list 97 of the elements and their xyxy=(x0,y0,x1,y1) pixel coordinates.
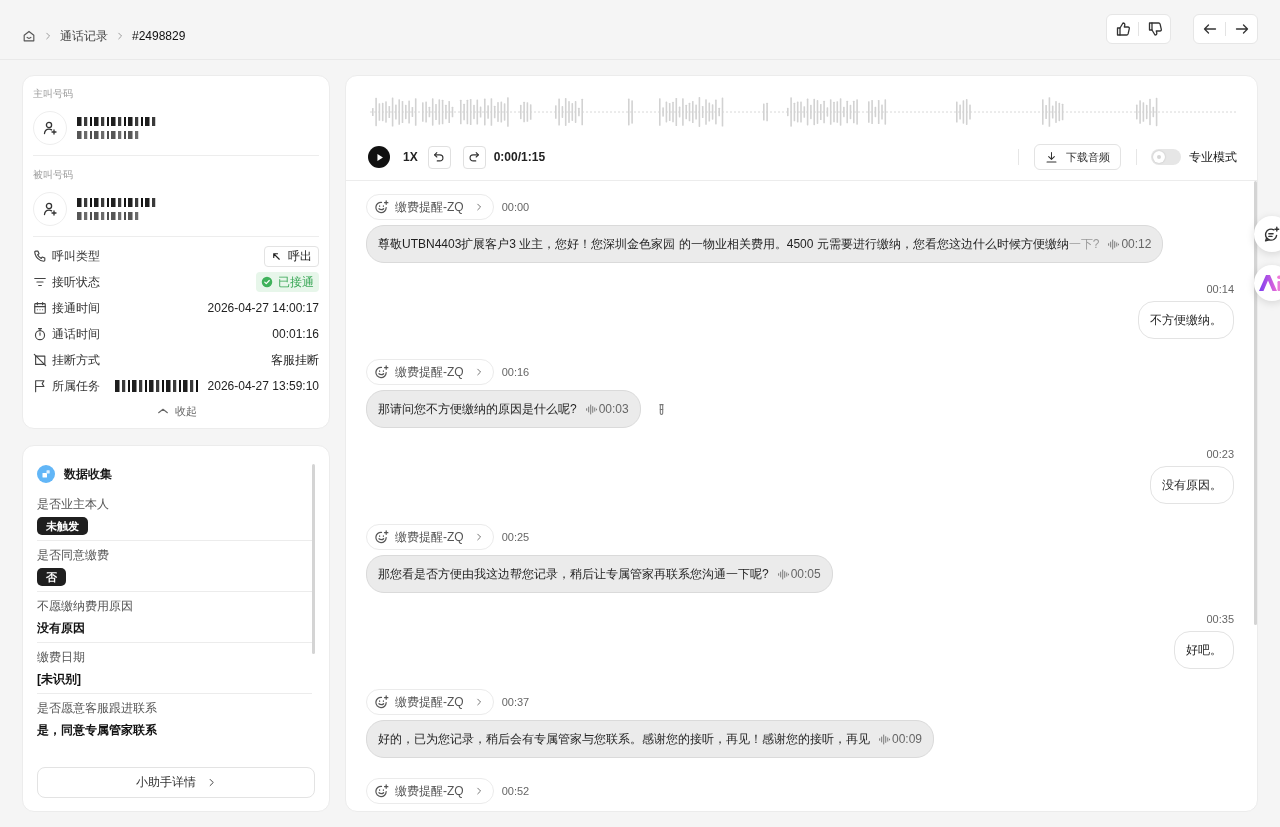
audio-duration[interactable]: 00:05 xyxy=(790,565,821,583)
message-text: 好的，已为您记录，稍后会有专属管家与您联系。感谢您的接听，再见！感谢您的接听，再见 xyxy=(378,731,870,748)
forward-button[interactable] xyxy=(462,145,486,169)
field-value: 客服挂断 xyxy=(271,351,319,369)
audio-duration[interactable]: 00:03 xyxy=(598,400,629,418)
message-time: 00:23 xyxy=(1206,448,1234,461)
arrow-up-left-icon xyxy=(271,250,282,262)
soundwave-icon xyxy=(1107,237,1121,251)
soundwave-icon xyxy=(584,402,598,416)
message-time: 00:37 xyxy=(501,695,530,709)
chevron-right-icon xyxy=(115,31,125,41)
arrow-right-icon xyxy=(1233,21,1250,37)
bot-icon xyxy=(374,783,389,799)
data-icon xyxy=(37,465,55,483)
ai-assistant-button[interactable] xyxy=(1254,265,1280,301)
message-text: 那请问您不方便缴纳的原因是什么呢? xyxy=(378,401,577,418)
field-label: 呼叫类型 xyxy=(52,247,100,265)
field-label: 接通时间 xyxy=(52,299,100,317)
rewind-button[interactable] xyxy=(427,145,451,169)
scrollbar[interactable] xyxy=(1254,181,1257,625)
field-label: 接听状态 xyxy=(52,273,100,291)
assistant-details-button[interactable]: 小助手详情 xyxy=(37,767,315,798)
field-value: 2026-04-27 13:59:10 xyxy=(207,379,319,393)
message-text: 没有原因。 xyxy=(1162,477,1222,494)
bot-icon xyxy=(374,694,389,710)
bot-tag[interactable]: 缴费提醒-ZQ xyxy=(366,778,494,804)
field-label: 是否同意缴费 xyxy=(37,547,109,564)
breadcrumb-link[interactable]: 通话记录 xyxy=(60,27,108,45)
download-icon xyxy=(1045,150,1058,164)
status-text: 已接通 xyxy=(278,273,314,291)
party-label: 被叫号码 xyxy=(33,168,73,182)
field-value: 00:01:16 xyxy=(272,327,319,341)
message-time: 00:14 xyxy=(1206,283,1234,296)
calendar-icon xyxy=(33,301,47,315)
arrow-left-icon xyxy=(1201,21,1218,37)
field-label: 不愿缴纳费用原因 xyxy=(37,598,133,615)
thumbs-up-icon xyxy=(1114,21,1131,37)
value-tag: 否 xyxy=(37,568,66,586)
field-value: 没有原因 xyxy=(37,620,85,637)
check-circle-icon xyxy=(261,276,273,288)
audio-duration[interactable]: 00:12 xyxy=(1121,235,1152,253)
message-text: 那您看是否方便由我这边帮您记录，稍后让专属管家再联系您沟通一下呢? xyxy=(378,566,769,583)
field-value: 2026-04-27 14:00:17 xyxy=(207,301,319,315)
redacted-text xyxy=(77,131,139,139)
field-label: 所属任务 xyxy=(52,377,100,395)
bot-icon xyxy=(374,364,389,380)
undo-icon xyxy=(432,150,447,164)
add-note-button[interactable] xyxy=(1254,216,1280,252)
section-title: 数据收集 xyxy=(64,465,112,483)
message-text: 不方便缴纳。 xyxy=(1150,312,1222,329)
collapse-button[interactable]: 收起 xyxy=(155,402,197,420)
bot-tag[interactable]: 缴费提醒-ZQ xyxy=(366,689,494,715)
field-label: 挂断方式 xyxy=(52,351,100,369)
message-time: 00:35 xyxy=(1206,613,1234,626)
field-label: 通话时间 xyxy=(52,325,100,343)
bot-tag[interactable]: 缴费提醒-ZQ xyxy=(366,194,494,220)
message-time: 00:52 xyxy=(501,784,530,798)
toggle-switch[interactable] xyxy=(1151,149,1181,165)
phone-icon xyxy=(33,249,47,263)
download-audio-button[interactable]: 下载音频 xyxy=(1034,144,1121,170)
message-time: 00:16 xyxy=(501,365,530,379)
bot-icon xyxy=(374,529,389,545)
play-button[interactable] xyxy=(368,146,390,168)
redo-icon xyxy=(467,150,482,164)
bot-icon xyxy=(374,199,389,215)
scrollbar[interactable] xyxy=(312,464,315,654)
field-label: 是否业主本人 xyxy=(37,496,109,513)
flag-icon xyxy=(33,379,47,393)
field-value: [未识别] xyxy=(37,671,81,688)
ai-logo-icon xyxy=(1258,274,1280,292)
field-label: 缴费日期 xyxy=(37,649,85,666)
party-label: 主叫号码 xyxy=(33,87,73,101)
value-tag: 未触发 xyxy=(37,517,88,535)
message-time: 00:25 xyxy=(501,530,530,544)
field-value: 是，同意专属管家联系 xyxy=(37,722,157,739)
audio-duration[interactable]: 00:09 xyxy=(892,730,923,748)
playback-time: 0:00/1:15 xyxy=(493,150,546,164)
message-text: 好吧。 xyxy=(1186,642,1222,659)
message-time: 00:00 xyxy=(501,200,530,214)
call-direction-button[interactable]: 呼出 xyxy=(264,245,319,267)
message-text: 尊敬UTBN4403扩展客户3 业主，您好！您深圳金色家园 的一物业相关费用。4500 元需要进行缴纳，您看您这边什么时候方便缴纳一下? xyxy=(378,236,1100,253)
home-icon[interactable] xyxy=(22,29,36,43)
chat-plus-icon xyxy=(1263,225,1280,243)
soundwave-icon xyxy=(878,732,891,746)
breadcrumb-current: #2498829 xyxy=(132,29,186,43)
thumbs-down-icon xyxy=(1146,21,1163,37)
bot-tag[interactable]: 缴费提醒-ZQ xyxy=(366,359,494,385)
stopwatch-icon xyxy=(33,327,47,341)
slashed-screen-icon xyxy=(33,353,47,367)
chevron-right-icon xyxy=(43,31,53,41)
filter-icon xyxy=(33,275,47,289)
toggle-label: 专业模式 xyxy=(1189,148,1237,166)
soundwave-icon xyxy=(776,567,790,581)
field-label: 是否愿意客服跟进联系 xyxy=(37,700,157,717)
redacted-text xyxy=(77,212,139,220)
speed-button[interactable]: 1X xyxy=(403,150,418,164)
bot-tag[interactable]: 缴费提醒-ZQ xyxy=(366,524,494,550)
